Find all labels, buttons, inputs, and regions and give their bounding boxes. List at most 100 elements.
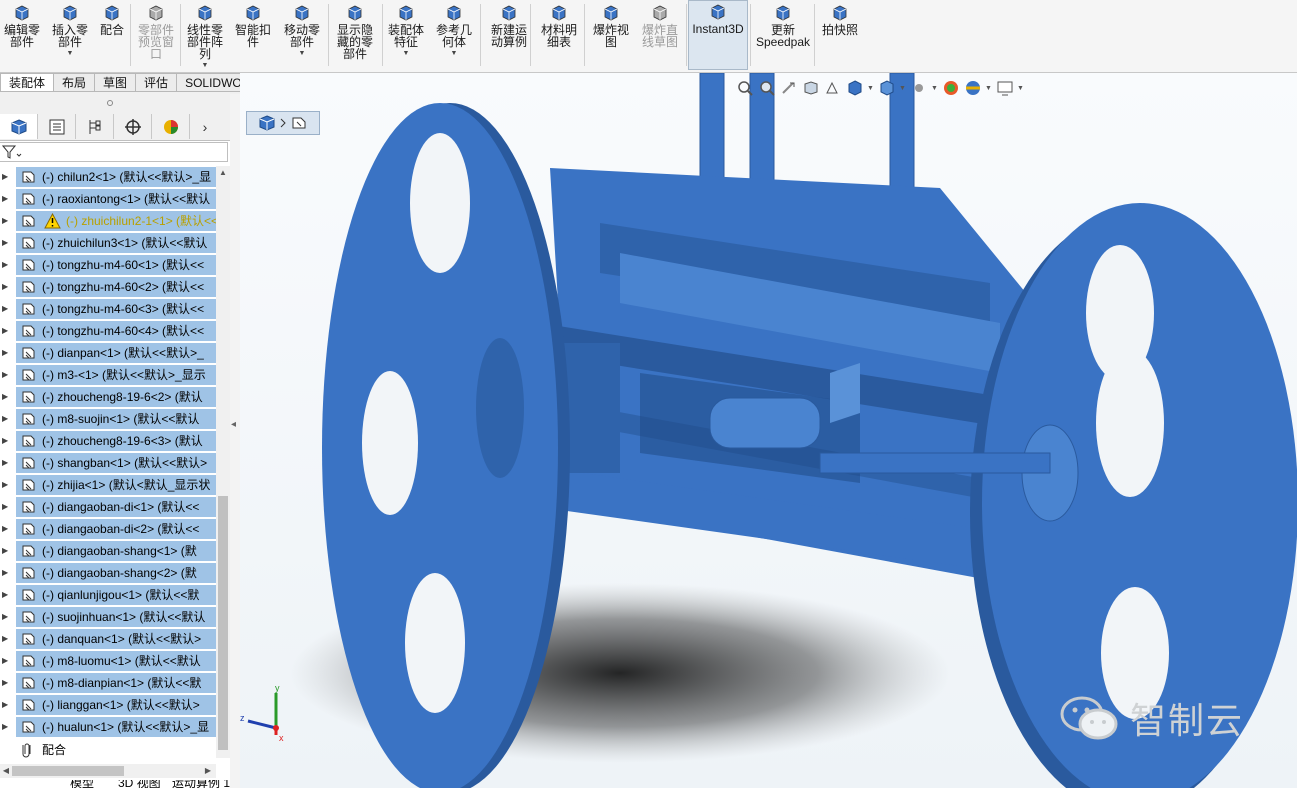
expand-chevron-icon[interactable]: ▶ (2, 452, 12, 474)
scroll-right-icon[interactable]: ▶ (202, 764, 214, 778)
dropdown-arrow-icon[interactable]: ▼ (202, 62, 209, 69)
tree-item[interactable]: ▶ (-) hualun<1> (默认<<默认>_显 (0, 716, 216, 738)
expand-chevron-icon[interactable]: ▶ (2, 364, 12, 386)
tree-item[interactable]: ▶ (-) diangaoban-shang<1> (默 (0, 540, 216, 562)
zoom-to-area-icon[interactable] (757, 78, 777, 98)
panel-grip[interactable] (0, 94, 230, 114)
expand-chevron-icon[interactable]: ▶ (2, 496, 12, 518)
previous-view-icon[interactable] (779, 78, 799, 98)
expand-chevron-icon[interactable]: ▶ (2, 606, 12, 628)
assembly-features-button[interactable]: 装配体 特征 ▼ (384, 2, 428, 68)
bill-of-materials-button[interactable]: 材料明 细表 (536, 2, 582, 68)
collapse-arrow-icon[interactable]: ◂ (231, 420, 239, 430)
linear-pattern-button[interactable]: 线性零 部件阵 列 ▼ (182, 2, 228, 69)
feature-manager-tab[interactable] (0, 114, 38, 139)
tree-item[interactable]: ▶ (-) m3-<1> (默认<<默认>_显示 (0, 364, 216, 386)
tree-vertical-scrollbar[interactable]: ▲ (216, 166, 230, 758)
hide-show-dropdown-icon[interactable]: ▼ (931, 85, 939, 92)
tree-item[interactable]: ▶ (-) tongzhu-m4-60<1> (默认<< (0, 254, 216, 276)
expand-chevron-icon[interactable]: ▶ (2, 540, 12, 562)
tree-item[interactable]: ▶ (-) raoxiantong<1> (默认<<默认 (0, 188, 216, 210)
bottom-tab-2[interactable]: 运动算例 1 (172, 780, 230, 788)
tab-1[interactable]: 布局 (54, 73, 96, 92)
zoom-to-fit-icon[interactable] (735, 78, 755, 98)
display-style-dropdown-icon[interactable]: ▼ (899, 85, 907, 92)
tab-0[interactable]: 装配体 (0, 73, 55, 92)
more-tabs-chevron-icon[interactable]: › (190, 114, 220, 139)
dropdown-arrow-icon[interactable]: ▼ (299, 50, 306, 57)
tree-item[interactable]: ▶ (-) danquan<1> (默认<<默认> (0, 628, 216, 650)
apply-scene-dropdown-icon[interactable]: ▼ (985, 85, 993, 92)
dropdown-arrow-icon[interactable]: ▼ (403, 50, 410, 57)
expand-chevron-icon[interactable]: ▶ (2, 298, 12, 320)
expand-chevron-icon[interactable]: ▶ (2, 716, 12, 738)
graphics-viewport[interactable]: ▼ ▼ ▼ ▼ ▼ y z x 智制云 (240, 73, 1297, 788)
configuration-manager-tab[interactable] (76, 114, 114, 139)
scroll-up-icon[interactable]: ▲ (216, 166, 230, 180)
display-manager-tab[interactable] (152, 114, 190, 139)
view-orientation-dropdown-icon[interactable]: ▼ (867, 85, 875, 92)
take-snapshot-button[interactable]: 拍快照 (816, 2, 864, 68)
expand-chevron-icon[interactable]: ▶ (2, 518, 12, 540)
tree-horizontal-scrollbar[interactable]: ◀ ▶ (0, 764, 216, 778)
tree-item[interactable]: ▶ (-) chilun2<1> (默认<<默认>_显 (0, 166, 216, 188)
expand-chevron-icon[interactable]: ▶ (2, 166, 12, 188)
tree-item[interactable]: ▶ (-) diangaoban-di<2> (默认<< (0, 518, 216, 540)
tree-item[interactable]: ▶ (-) m8-dianpian<1> (默认<<默 (0, 672, 216, 694)
smart-fasteners-button[interactable]: 智能扣 件 (232, 2, 274, 68)
expand-chevron-icon[interactable]: ▶ (2, 254, 12, 276)
configuration-display-button[interactable] (246, 111, 320, 135)
tree-item[interactable]: ▶ (-) zhoucheng8-19-6<3> (默认 (0, 430, 216, 452)
expand-chevron-icon[interactable]: ▶ (2, 694, 12, 716)
scroll-thumb[interactable] (218, 496, 228, 750)
edit-appearance-icon[interactable] (941, 78, 961, 98)
tree-item[interactable]: ▶ (-) zhuichilun2-1<1> (默认<< (0, 210, 216, 232)
move-component-button[interactable]: 移动零 部件 ▼ (278, 2, 326, 68)
bottom-tab-1[interactable]: 3D 视图 (118, 780, 161, 788)
apply-scene-icon[interactable] (963, 78, 983, 98)
tree-item[interactable]: ▶ (-) suojinhuan<1> (默认<<默认 (0, 606, 216, 628)
view-orientation-icon[interactable] (845, 78, 865, 98)
update-speedpak-button[interactable]: 更新 Speedpak (752, 2, 814, 68)
mate-button[interactable]: 配合 (96, 2, 128, 68)
dynamic-annotation-icon[interactable] (823, 78, 843, 98)
expand-chevron-icon[interactable]: ▶ (2, 650, 12, 672)
assembly-model[interactable] (240, 73, 1297, 788)
view-settings-icon[interactable] (995, 78, 1015, 98)
tree-item[interactable]: ▶ (-) zhoucheng8-19-6<2> (默认 (0, 386, 216, 408)
component-preview-button[interactable]: 零部件 预览窗 口 (134, 2, 178, 68)
tab-2[interactable]: 草图 (95, 73, 137, 92)
tree-item[interactable]: ▶ (-) tongzhu-m4-60<2> (默认<< (0, 276, 216, 298)
view-settings-dropdown-icon[interactable]: ▼ (1017, 85, 1025, 92)
tree-item[interactable]: ▶ (-) zhijia<1> (默认<默认_显示状 (0, 474, 216, 496)
tree-filter[interactable] (0, 142, 230, 162)
dropdown-arrow-icon[interactable]: ▼ (67, 50, 74, 57)
hide-show-items-icon[interactable] (909, 78, 929, 98)
tree-item[interactable]: ▶ (-) dianpan<1> (默认<<默认>_ (0, 342, 216, 364)
expand-chevron-icon[interactable]: ▶ (2, 342, 12, 364)
tree-item[interactable]: ▶ (-) shangban<1> (默认<<默认> (0, 452, 216, 474)
show-hidden-button[interactable]: 显示隐 藏的零 部件 (330, 2, 380, 68)
instant3d-button[interactable]: Instant3D (688, 0, 748, 70)
tree-item[interactable]: ▶ (-) tongzhu-m4-60<4> (默认<< (0, 320, 216, 342)
expand-chevron-icon[interactable]: ▶ (2, 430, 12, 452)
expand-chevron-icon[interactable]: ▶ (2, 386, 12, 408)
tree-item[interactable]: ▶ (-) diangaoban-shang<2> (默 (0, 562, 216, 584)
expand-chevron-icon[interactable]: ▶ (2, 210, 12, 232)
expand-chevron-icon[interactable]: ▶ (2, 562, 12, 584)
explode-line-sketch-button[interactable]: 爆炸直 线草图 (636, 2, 684, 68)
bottom-tab-0[interactable]: 模型 (70, 780, 94, 788)
expand-chevron-icon[interactable]: ▶ (2, 232, 12, 254)
tree-item[interactable]: ▶ (-) tongzhu-m4-60<3> (默认<< (0, 298, 216, 320)
expand-chevron-icon[interactable]: ▶ (2, 584, 12, 606)
expand-chevron-icon[interactable]: ▶ (2, 672, 12, 694)
expand-chevron-icon[interactable]: ▶ (2, 276, 12, 298)
tree-item[interactable]: ▶ (-) zhuichilun3<1> (默认<<默认 (0, 232, 216, 254)
edit-component-button[interactable]: 编辑零 部件 (2, 2, 42, 68)
tree-item-mates[interactable]: 配合 (16, 740, 216, 760)
tree-item[interactable]: ▶ (-) m8-luomu<1> (默认<<默认 (0, 650, 216, 672)
property-manager-tab[interactable] (38, 114, 76, 139)
expand-chevron-icon[interactable]: ▶ (2, 408, 12, 430)
insert-component-button[interactable]: 插入零 部件 ▼ (48, 2, 92, 68)
dropdown-arrow-icon[interactable]: ▼ (451, 50, 458, 57)
